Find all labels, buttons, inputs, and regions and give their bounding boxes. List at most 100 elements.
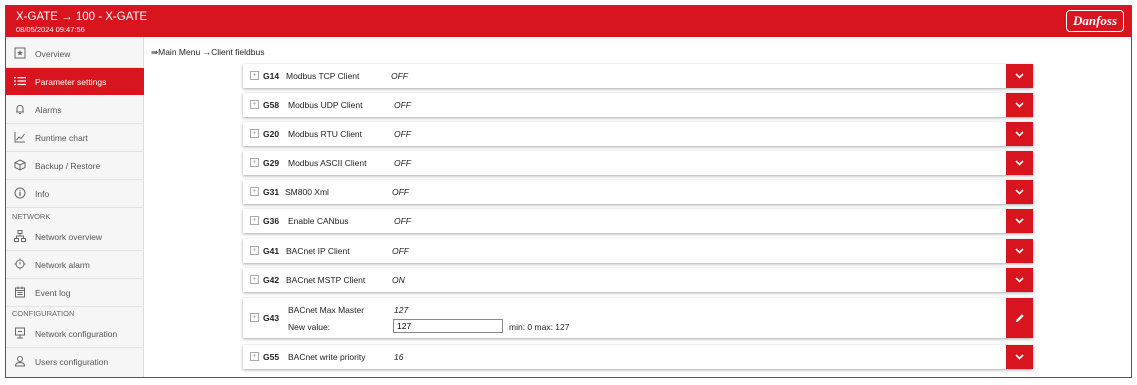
expand-plus-icon[interactable]: + (250, 352, 259, 361)
sidebar-item-label: Info (35, 189, 50, 199)
param-value: ON (392, 275, 405, 285)
sidebar-item-parameter-settings[interactable]: Parameter settings (6, 68, 144, 95)
param-name: BACnet Max Master (288, 305, 365, 315)
param-code: G41 (263, 246, 280, 256)
param-row-g31: + G31 SM800 Xml OFF (243, 180, 1033, 204)
expand-plus-icon[interactable]: + (250, 313, 259, 322)
param-code: G43 (263, 313, 280, 323)
sidebar-item-info[interactable]: Info (6, 180, 144, 207)
param-value: OFF (392, 246, 409, 256)
sidebar-item-label: Network configuration (35, 329, 118, 339)
chevron-down-icon (1015, 277, 1024, 283)
network-alarm-icon (14, 258, 26, 270)
network-icon (14, 230, 26, 242)
sidebar-item-label: Alarms (35, 105, 62, 115)
param-code: G58 (263, 100, 280, 110)
expand-plus-icon[interactable]: + (250, 100, 259, 109)
param-name: Modbus TCP Client (286, 71, 360, 81)
expand-plus-icon[interactable]: + (250, 187, 259, 196)
expand-plus-icon[interactable]: + (250, 71, 259, 80)
user-icon (14, 355, 26, 367)
param-value: OFF (394, 100, 411, 110)
monitor-icon (14, 327, 26, 339)
expand-button[interactable] (1006, 151, 1033, 175)
value-range: min: 0 max: 127 (509, 322, 570, 332)
device-path-title[interactable]: X-GATE → 100 - X-GATE (16, 11, 147, 23)
param-row-g43: + G43 BACnet Max Master 127 New value: m… (243, 298, 1033, 338)
current-datetime: 08/05/2024 09:47:56 (16, 25, 85, 34)
param-name: BACnet write priority (288, 352, 366, 362)
param-row-g36: + G36 Enable CANbus OFF (243, 209, 1033, 233)
new-value-input[interactable] (393, 319, 503, 333)
sidebar-item-backup-restore[interactable]: Backup / Restore (6, 152, 144, 179)
param-value: OFF (392, 187, 409, 197)
chevron-down-icon (1015, 189, 1024, 195)
section-header-network: NETWORK (12, 212, 51, 221)
sidebar-item-label: Parameter settings (35, 77, 107, 87)
sidebar-item-network-overview[interactable]: Network overview (6, 223, 144, 250)
sidebar-item-event-log[interactable]: Event log (6, 279, 144, 306)
sidebar-item-label: Overview (35, 49, 71, 59)
expand-button[interactable] (1006, 64, 1033, 88)
param-code: G29 (263, 158, 280, 168)
info-icon (14, 187, 26, 199)
param-name: Enable CANbus (288, 216, 349, 226)
sidebar-item-runtime-chart[interactable]: Runtime chart (6, 124, 144, 151)
param-row-g42: + G42 BACnet MSTP Client ON (243, 268, 1033, 292)
param-value: OFF (391, 71, 408, 81)
chevron-down-icon (1015, 354, 1024, 360)
edit-button[interactable] (1006, 298, 1033, 338)
breadcrumb: ⇛Main Menu →Client fieldbus (151, 47, 264, 58)
sidebar-item-network-alarm[interactable]: Network alarm (6, 251, 144, 278)
sidebar-item-network-configuration[interactable]: Network configuration (6, 320, 144, 347)
danfoss-logo: Danfoss (1066, 10, 1124, 32)
sidebar-item-label: Network overview (35, 232, 103, 242)
expand-button[interactable] (1006, 345, 1033, 369)
box-icon (14, 159, 26, 171)
expand-button[interactable] (1006, 239, 1033, 263)
param-code: G14 (263, 71, 280, 81)
param-row-g58: + G58 Modbus UDP Client OFF (243, 93, 1033, 117)
expand-button[interactable] (1006, 180, 1033, 204)
param-row-g29: + G29 Modbus ASCII Client OFF (243, 151, 1033, 175)
expand-plus-icon[interactable]: + (250, 158, 259, 167)
pencil-icon (1015, 313, 1025, 323)
param-code: G36 (263, 216, 280, 226)
chevron-down-icon (1015, 102, 1024, 108)
sidebar-item-label: Network alarm (35, 260, 90, 270)
param-code: G20 (263, 129, 280, 139)
param-row-g55: + G55 BACnet write priority 16 (243, 345, 1033, 369)
param-value: OFF (394, 158, 411, 168)
section-header-configuration: CONFIGURATION (12, 309, 75, 318)
sidebar-item-users-configuration[interactable]: Users configuration (6, 348, 144, 375)
star-box-icon (14, 47, 26, 59)
sidebar-item-alarms[interactable]: Alarms (6, 96, 144, 123)
expand-button[interactable] (1006, 122, 1033, 146)
param-value: 16 (394, 352, 404, 362)
param-name: Modbus UDP Client (288, 100, 363, 110)
expand-button[interactable] (1006, 209, 1033, 233)
param-name: BACnet IP Client (286, 246, 350, 256)
chevron-down-icon (1015, 73, 1024, 79)
expand-plus-icon[interactable]: + (250, 129, 259, 138)
param-row-g41: + G41 BACnet IP Client OFF (243, 239, 1033, 263)
expand-button[interactable] (1006, 268, 1033, 292)
param-code: G55 (263, 352, 280, 362)
sidebar-item-label: Backup / Restore (35, 161, 101, 171)
sidebar: Overview Parameter settings Alarms Runti… (6, 37, 144, 377)
breadcrumb-main-menu[interactable]: Main Menu (158, 47, 200, 57)
expand-plus-icon[interactable]: + (250, 216, 259, 225)
calendar-icon (14, 286, 26, 298)
expand-button[interactable] (1006, 93, 1033, 117)
breadcrumb-arrow-icon: → (202, 47, 212, 57)
sidebar-item-label: Event log (35, 288, 71, 298)
bell-icon (14, 103, 26, 115)
param-row-g14: + G14 Modbus TCP Client OFF (243, 64, 1033, 88)
divider (6, 306, 144, 307)
line-chart-icon (14, 131, 26, 143)
sidebar-item-overview[interactable]: Overview (6, 40, 144, 67)
param-value: OFF (394, 216, 411, 226)
expand-plus-icon[interactable]: + (250, 275, 259, 284)
param-name: Modbus RTU Client (288, 129, 363, 139)
expand-plus-icon[interactable]: + (250, 246, 259, 255)
